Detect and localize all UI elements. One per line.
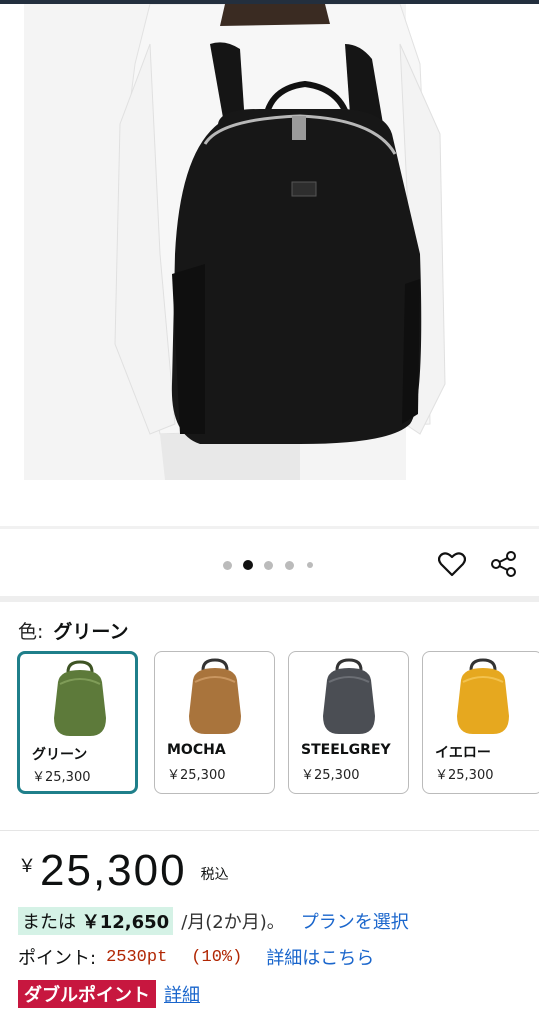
variant-price: ￥25,300 xyxy=(32,770,91,785)
price-amount: 25,300 xyxy=(40,846,187,895)
installment-amount: ￥12,650 xyxy=(81,912,170,933)
color-key: 色: xyxy=(18,621,44,643)
variant-swatch-green[interactable]: グリーン ￥25,300 xyxy=(17,651,138,794)
backpack-thumbnail-icon xyxy=(189,658,241,734)
variant-swatch-steelgrey[interactable]: STEELGREY ￥25,300 xyxy=(288,651,409,794)
share-icon[interactable] xyxy=(488,548,520,580)
points-row: ポイント: 2530pt (10%) 詳細はこちら xyxy=(18,944,374,970)
price-block: ￥ 25,300 税込 xyxy=(18,846,229,898)
variant-price: ￥25,300 xyxy=(167,768,226,783)
image-divider xyxy=(0,526,539,529)
variant-name: イエロー xyxy=(435,745,491,761)
variant-name: MOCHA xyxy=(167,742,226,758)
color-value: グリーン xyxy=(53,621,129,643)
points-details-link[interactable]: 詳細はこちら xyxy=(266,944,374,970)
double-point-badge: ダブルポイント xyxy=(18,980,156,1008)
points-label: ポイント: xyxy=(18,948,97,969)
select-plan-link[interactable]: プランを選択 xyxy=(301,908,409,934)
variant-price: ￥25,300 xyxy=(435,768,494,783)
double-point-details-link[interactable]: 詳細 xyxy=(164,981,200,1007)
color-selection-label: 色: グリーン xyxy=(18,617,128,644)
variant-price: ￥25,300 xyxy=(301,768,360,783)
backpack-thumbnail-icon xyxy=(54,660,106,736)
double-point-row: ダブルポイント 詳細 xyxy=(18,980,200,1008)
installment-highlight: または ￥12,650 xyxy=(18,907,174,935)
backpack-thumbnail-icon xyxy=(323,658,375,734)
price-separator xyxy=(0,830,539,831)
installment-term: /月(2か月)。 xyxy=(181,912,285,933)
carousel-dot[interactable] xyxy=(223,561,232,570)
carousel-dot[interactable] xyxy=(307,562,313,568)
installment-plan: または ￥12,650 /月(2か月)。 プランを選択 xyxy=(18,907,409,935)
backpack-thumbnail-icon xyxy=(457,658,509,734)
carousel-dot[interactable] xyxy=(264,561,273,570)
variant-swatch-yellow[interactable]: イエロー ￥25,300 xyxy=(422,651,539,794)
carousel-dot[interactable] xyxy=(285,561,294,570)
currency-symbol: ￥ xyxy=(18,856,36,877)
points-value: 2530pt xyxy=(106,947,168,967)
section-divider xyxy=(0,596,539,602)
tax-label: 税込 xyxy=(200,867,229,883)
variant-name: STEELGREY xyxy=(301,742,391,758)
variant-swatch-mocha[interactable]: MOCHA ￥25,300 xyxy=(154,651,275,794)
points-percent: (10%) xyxy=(191,947,243,967)
variant-name: グリーン xyxy=(32,747,88,763)
installment-prefix: または xyxy=(22,912,76,933)
carousel-dot-active[interactable] xyxy=(243,560,253,570)
product-image[interactable] xyxy=(0,4,539,526)
heart-icon[interactable] xyxy=(436,548,468,580)
